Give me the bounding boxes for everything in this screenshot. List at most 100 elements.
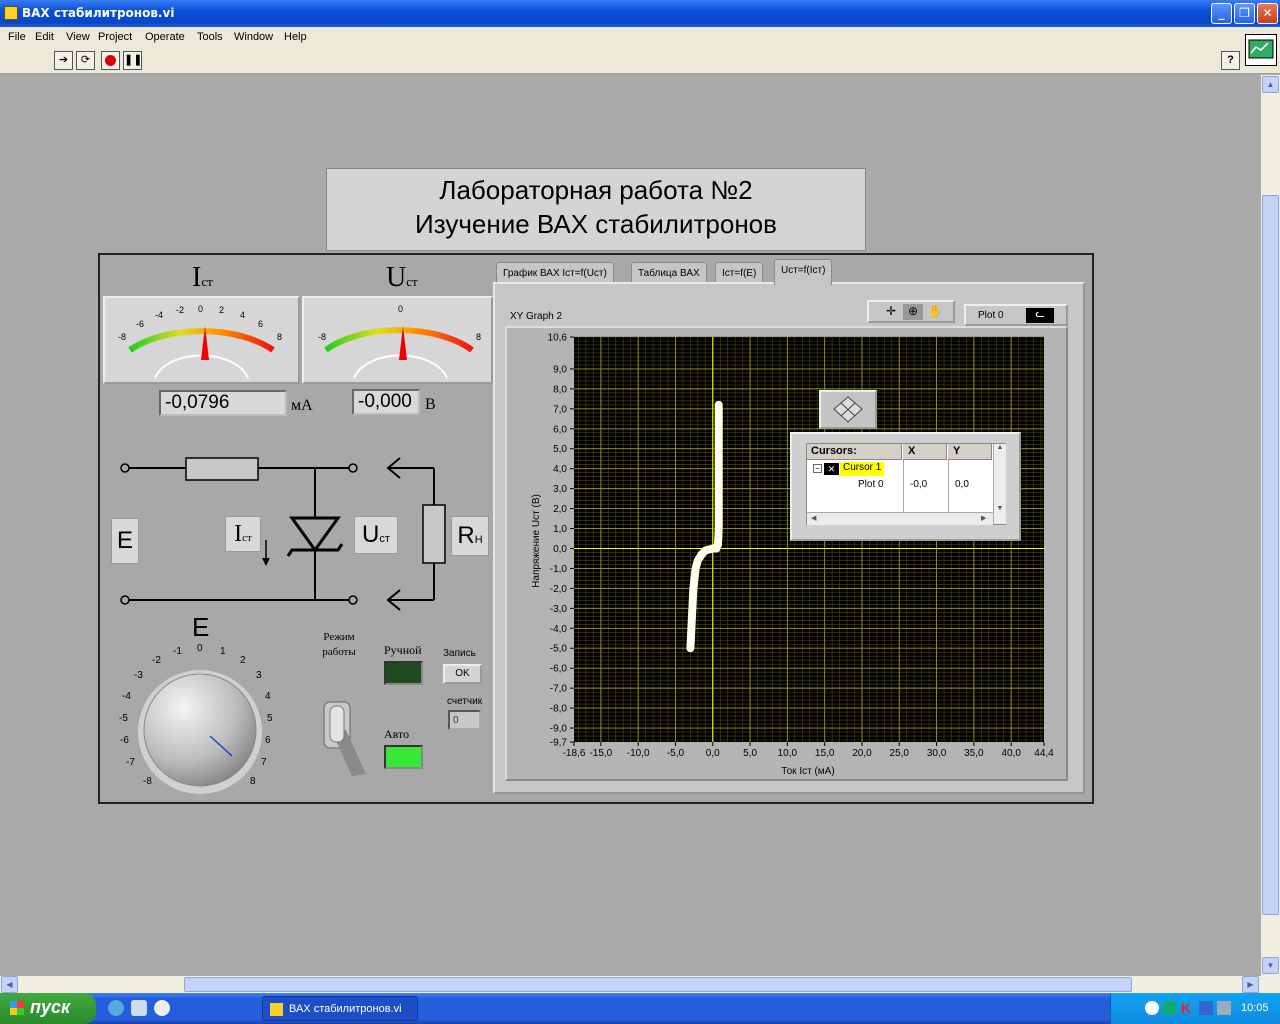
manual-led xyxy=(384,661,423,685)
resistor-icon xyxy=(185,457,259,481)
cursor-legend-hscroll[interactable]: ◀ ▶ xyxy=(807,512,993,525)
taskbar xyxy=(0,993,1280,1024)
data-point xyxy=(692,587,695,590)
data-point xyxy=(717,447,720,450)
y-tick-label: -4,0 xyxy=(550,624,568,635)
current-unit: мА xyxy=(291,397,313,414)
data-point xyxy=(717,527,720,530)
pause-icon[interactable]: ❚❚ xyxy=(123,51,142,70)
zoom-icon[interactable]: ⊕ xyxy=(903,304,923,320)
graph-palette: ✛ ⊕ ✋ xyxy=(867,300,955,323)
meter-i-tick: 8 xyxy=(277,332,283,342)
tab-u-of-i[interactable]: Uст=f(Iст) xyxy=(774,259,833,285)
scroll-down-icon[interactable]: ▼ xyxy=(1262,957,1279,974)
vertical-scroll-thumb[interactable] xyxy=(1262,195,1279,915)
data-point xyxy=(689,647,692,650)
tray-monitor-icon[interactable] xyxy=(1199,1001,1213,1015)
y-tick-label: 2,0 xyxy=(553,504,567,515)
abort-icon[interactable] xyxy=(101,51,120,70)
plot-legend[interactable]: Plot 0 ᓚ xyxy=(964,304,1068,326)
menu-window[interactable]: Window xyxy=(234,31,273,43)
menu-project[interactable]: Project xyxy=(98,31,132,43)
zener-diode-icon xyxy=(289,516,341,553)
meter-i-tick: -2 xyxy=(176,305,185,315)
maximize-button[interactable]: ❐ xyxy=(1234,3,1255,24)
tray-volume-icon[interactable] xyxy=(1217,1001,1231,1015)
x-tick-label: 5,0 xyxy=(743,748,757,759)
mode-toggle-switch[interactable] xyxy=(318,694,368,776)
y-tick-label: -3,0 xyxy=(550,604,568,615)
tray-antivirus-icon[interactable]: K xyxy=(1181,1000,1191,1016)
menu-help[interactable]: Help xyxy=(284,31,307,43)
close-button[interactable]: ✕ xyxy=(1257,3,1278,24)
y-tick-label: 6,0 xyxy=(553,424,567,435)
circuit-i-label: Iст xyxy=(225,516,261,552)
data-point xyxy=(717,403,720,406)
menu-edit[interactable]: Edit xyxy=(35,31,54,43)
tray-expand-icon[interactable] xyxy=(1145,1001,1159,1015)
vertical-scrollbar[interactable]: ▲ ▼ xyxy=(1261,75,1280,976)
tab-i-of-e[interactable]: Iст=f(E) xyxy=(715,262,764,284)
taskbar-item-vi[interactable]: ВАХ стабилитронов.vi xyxy=(262,996,418,1021)
circuit-r-label: RН xyxy=(451,516,489,556)
horizontal-scrollbar[interactable]: ◀ ▶ xyxy=(0,976,1280,993)
toolbar: ➔ ⟳ ❚❚ ? xyxy=(0,48,1280,74)
run-continuously-icon[interactable]: ⟳ xyxy=(76,51,95,70)
system-tray: K 10:05 xyxy=(1110,993,1280,1024)
knob-tick: 3 xyxy=(256,670,262,681)
menu-tools[interactable]: Tools xyxy=(197,31,223,43)
cursor-plot: Plot 0 xyxy=(858,479,884,490)
help-icon[interactable]: ? xyxy=(1221,51,1240,70)
pan-hand-icon[interactable]: ✋ xyxy=(925,304,945,320)
y-tick-label: -7,0 xyxy=(550,684,568,695)
ie-icon[interactable] xyxy=(108,1000,124,1016)
menu-view[interactable]: View xyxy=(66,31,90,43)
auto-led xyxy=(384,745,423,769)
cursor-name[interactable]: Cursor 1 xyxy=(840,462,885,476)
y-tick-label: -8,0 xyxy=(550,704,568,715)
explorer-icon[interactable] xyxy=(131,1000,147,1016)
data-point xyxy=(708,548,711,551)
cursor-mover-button[interactable] xyxy=(819,390,877,429)
ok-button[interactable]: OK xyxy=(443,664,482,684)
tray-network-icon[interactable] xyxy=(1163,1001,1177,1015)
scroll-right-icon[interactable]: ▶ xyxy=(1242,976,1259,993)
window-title: ВАХ стабилитронов.vi xyxy=(22,6,175,20)
data-point xyxy=(715,547,718,550)
scroll-up-icon[interactable]: ▲ xyxy=(1262,76,1279,93)
knob-tick: -5 xyxy=(119,713,128,724)
meter-u-tick: -8 xyxy=(318,332,327,342)
record-label: Запись xyxy=(443,648,476,659)
lab-title: Лабораторная работа №2 Изучение ВАХ стаб… xyxy=(326,168,866,251)
scroll-left-icon[interactable]: ◀ xyxy=(1,976,18,993)
run-arrow-icon[interactable]: ➔ xyxy=(54,51,73,70)
knob-tick: -2 xyxy=(152,655,161,666)
cursor-legend-vscroll[interactable]: ▲ ▼ xyxy=(993,444,1006,524)
menu-file[interactable]: File xyxy=(8,31,26,43)
cursor-style-icon: ✕ xyxy=(824,463,839,475)
tab-vah-table[interactable]: Таблица ВАХ xyxy=(631,262,707,284)
y-tick-label: -9,0 xyxy=(550,724,568,735)
start-button[interactable]: пуск xyxy=(0,993,96,1024)
counter-value: 0 xyxy=(448,710,481,730)
circuit-diagram xyxy=(120,457,446,611)
meter-i-tick: 6 xyxy=(258,319,264,329)
y-tick-label: 4,0 xyxy=(553,464,567,475)
minimize-button[interactable]: _ xyxy=(1211,3,1232,24)
data-point xyxy=(694,567,697,570)
media-icon[interactable] xyxy=(154,1000,170,1016)
mode-label: Режим работы xyxy=(322,631,356,658)
xy-graph-2[interactable]: -18,6 -15,0 -10,0 -5,0 0,0 5,0 10,0 15,0 20,0 25,… xyxy=(505,326,1068,781)
crosshair-icon[interactable]: ✛ xyxy=(881,304,901,320)
x-tick-label: -15,0 xyxy=(589,748,612,759)
tab-vah-graph[interactable]: График ВАХ Iст=f(Uст) xyxy=(496,262,614,284)
knob-tick: 5 xyxy=(267,713,273,724)
graph-title: XY Graph 2 xyxy=(510,311,563,322)
y-tick-label: 1,0 xyxy=(553,524,567,535)
collapse-icon[interactable]: − xyxy=(813,464,822,473)
y-tick-label: -6,0 xyxy=(550,664,568,675)
cursor-y-value[interactable]: 0,0 xyxy=(955,479,969,490)
menu-operate[interactable]: Operate xyxy=(145,31,185,43)
horizontal-scroll-thumb[interactable] xyxy=(184,977,1132,992)
cursor-x-value[interactable]: -0,0 xyxy=(910,479,927,490)
